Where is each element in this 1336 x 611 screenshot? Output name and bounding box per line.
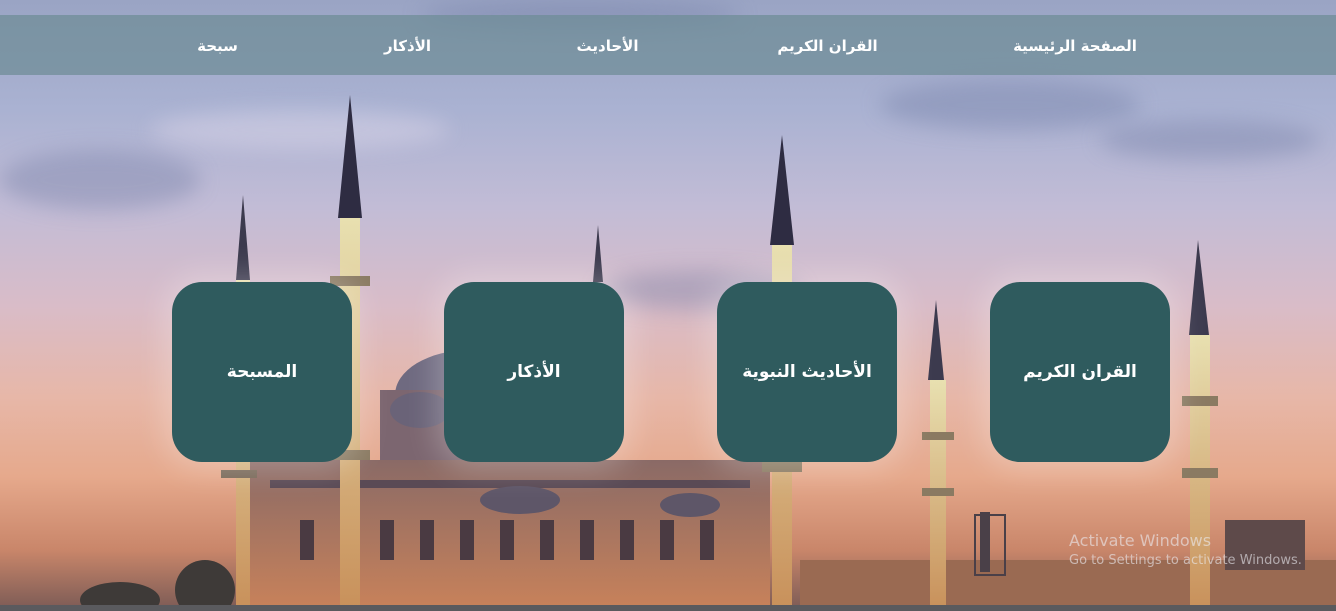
nav-item-home[interactable]: الصفحة الرئيسية <box>1000 15 1150 75</box>
nav-item-hadiths[interactable]: الأحاديث <box>565 15 650 75</box>
card-tasbih-label: المسبحة <box>226 362 298 382</box>
watermark-subtitle: Go to Settings to activate Windows. <box>1069 553 1302 568</box>
card-prophetic-hadiths-label: الأحاديث النبوية <box>742 362 872 382</box>
card-prophetic-hadiths[interactable]: الأحاديث النبوية <box>717 282 897 462</box>
card-adhkar-label: الأذكار <box>507 362 561 382</box>
card-tasbih[interactable]: المسبحة <box>172 282 352 462</box>
nav-item-quran[interactable]: القران الكريم <box>770 15 885 75</box>
nav-item-subha[interactable]: سبحة <box>185 15 250 75</box>
card-adhkar[interactable]: الأذكار <box>444 282 624 462</box>
windows-activation-watermark: Activate Windows Go to Settings to activ… <box>1069 531 1302 571</box>
nav-item-adhkar[interactable]: الأذكار <box>370 15 445 75</box>
bottom-strip <box>0 605 1336 611</box>
top-navbar: الصفحة الرئيسية القران الكريم الأحاديث ا… <box>0 15 1336 75</box>
page: الصفحة الرئيسية القران الكريم الأحاديث ا… <box>0 0 1336 611</box>
card-quran[interactable]: القران الكريم <box>990 282 1170 462</box>
watermark-title: Activate Windows <box>1069 531 1212 550</box>
card-quran-label: القران الكريم <box>1023 362 1137 382</box>
